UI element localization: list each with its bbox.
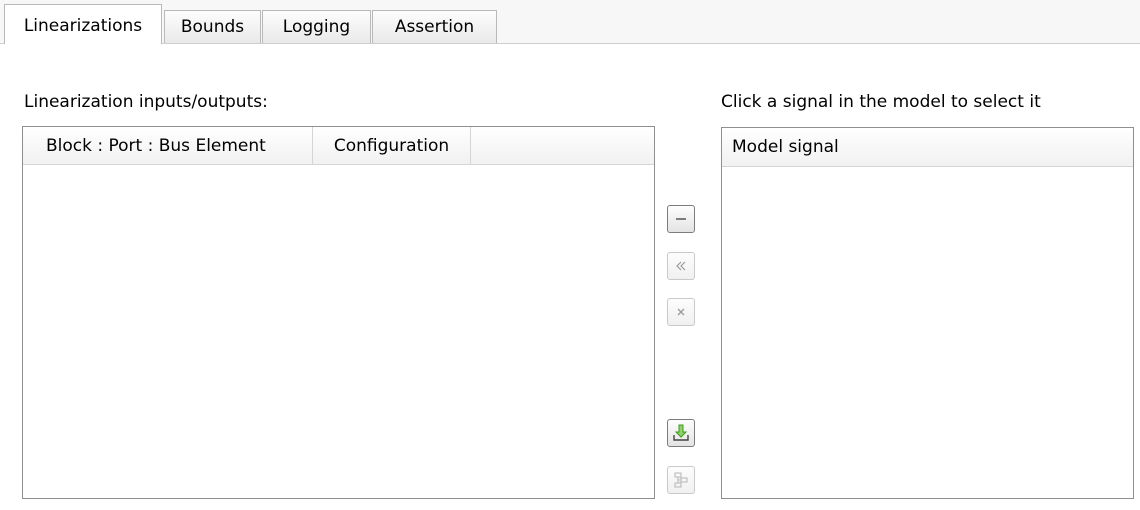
remove-button[interactable]: [667, 205, 695, 233]
delete-button[interactable]: [667, 298, 695, 326]
table-header: Block : Port : Bus Element Configuration: [23, 127, 654, 165]
tab-linearizations[interactable]: Linearizations: [4, 4, 162, 44]
tab-label: Linearizations: [23, 16, 143, 36]
tab-label: Logging: [282, 17, 351, 37]
x-icon: [677, 308, 685, 316]
add-signal-button[interactable]: [667, 419, 695, 447]
linearization-io-table[interactable]: Block : Port : Bus Element Configuration: [22, 126, 655, 499]
column-header-configuration[interactable]: Configuration: [313, 127, 471, 164]
model-hierarchy-icon: [674, 472, 688, 488]
model-signal-table[interactable]: Model signal: [721, 127, 1134, 499]
move-left-button[interactable]: [667, 252, 695, 280]
column-header-model-signal[interactable]: Model signal: [722, 128, 1133, 167]
tab-logging[interactable]: Logging: [262, 10, 371, 43]
tab-strip: Linearizations Bounds Logging Assertion: [0, 0, 1140, 44]
column-header-block-port[interactable]: Block : Port : Bus Element: [23, 127, 313, 164]
minus-icon: [676, 218, 686, 220]
download-arrow-icon: [673, 424, 689, 441]
select-signal-label: Click a signal in the model to select it: [721, 92, 1041, 112]
tab-label: Bounds: [180, 17, 245, 37]
select-in-model-button[interactable]: [667, 466, 695, 494]
tab-bounds[interactable]: Bounds: [164, 10, 261, 43]
tab-label: Assertion: [394, 17, 475, 37]
linearization-io-label: Linearization inputs/outputs:: [24, 92, 268, 112]
tab-assertion[interactable]: Assertion: [372, 10, 497, 43]
double-chevron-left-icon: [676, 261, 686, 271]
